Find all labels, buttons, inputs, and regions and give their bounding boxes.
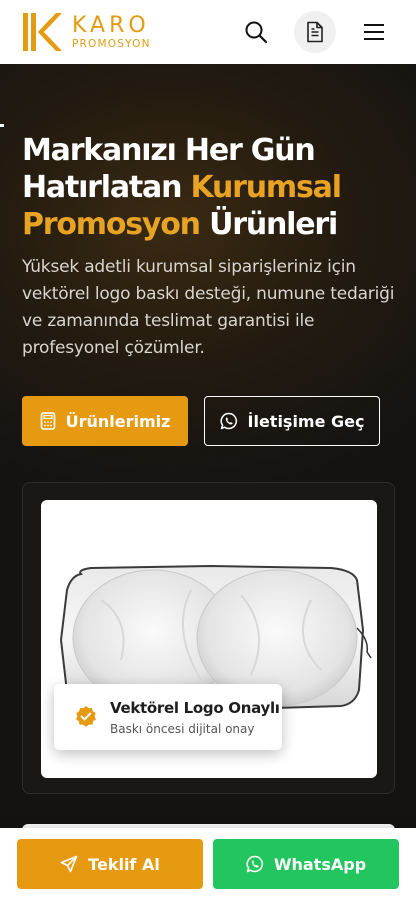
- products-button-label: Ürünlerimiz: [65, 411, 171, 431]
- menu-button[interactable]: [354, 12, 394, 52]
- whatsapp-icon: [246, 855, 263, 873]
- top-header: KARO PROMOSYON: [0, 0, 416, 64]
- bottom-action-bar: Teklif Al WhatsApp: [0, 828, 416, 900]
- brand-logo[interactable]: KARO PROMOSYON: [22, 11, 151, 53]
- hero-title: Markanızı Her Gün Hatırlatan Kurumsal Pr…: [22, 132, 402, 243]
- send-icon: [60, 855, 78, 873]
- search-button[interactable]: [236, 12, 276, 52]
- badge-title: Vektörel Logo Onaylı: [110, 698, 280, 717]
- whatsapp-icon: [220, 412, 237, 430]
- badge-subtitle: Baskı öncesi dijital onay: [110, 721, 255, 736]
- brand-name: KARO: [72, 12, 150, 38]
- whatsapp-label: WhatsApp: [273, 854, 367, 874]
- products-button[interactable]: Ürünlerimiz: [22, 396, 188, 446]
- hero-title-part2: Ürünleri: [199, 207, 338, 242]
- get-quote-label: Teklif Al: [88, 854, 160, 874]
- contact-button-label: İletişime Geç: [247, 411, 365, 431]
- document-icon: [307, 21, 323, 43]
- whatsapp-button[interactable]: WhatsApp: [213, 839, 399, 889]
- vector-logo-badge: Vektörel Logo Onaylı Baskı öncesi dijita…: [54, 684, 282, 750]
- contact-button[interactable]: İletişime Geç: [204, 396, 380, 446]
- logo-mark-icon: [23, 13, 62, 51]
- search-icon: [245, 21, 268, 44]
- hero-description: Yüksek adetli kurumsal siparişleriniz iç…: [22, 257, 395, 358]
- get-quote-button[interactable]: Teklif Al: [17, 839, 203, 889]
- edge-marker: [0, 124, 4, 127]
- brand-tagline: PROMOSYON: [72, 37, 151, 50]
- menu-icon: [364, 24, 384, 40]
- hero-section: Markanızı Her Gün Hatırlatan Kurumsal Pr…: [0, 64, 416, 900]
- calculator-icon: [40, 412, 55, 430]
- verified-check-icon: [76, 706, 96, 727]
- quote-document-button[interactable]: [294, 11, 336, 53]
